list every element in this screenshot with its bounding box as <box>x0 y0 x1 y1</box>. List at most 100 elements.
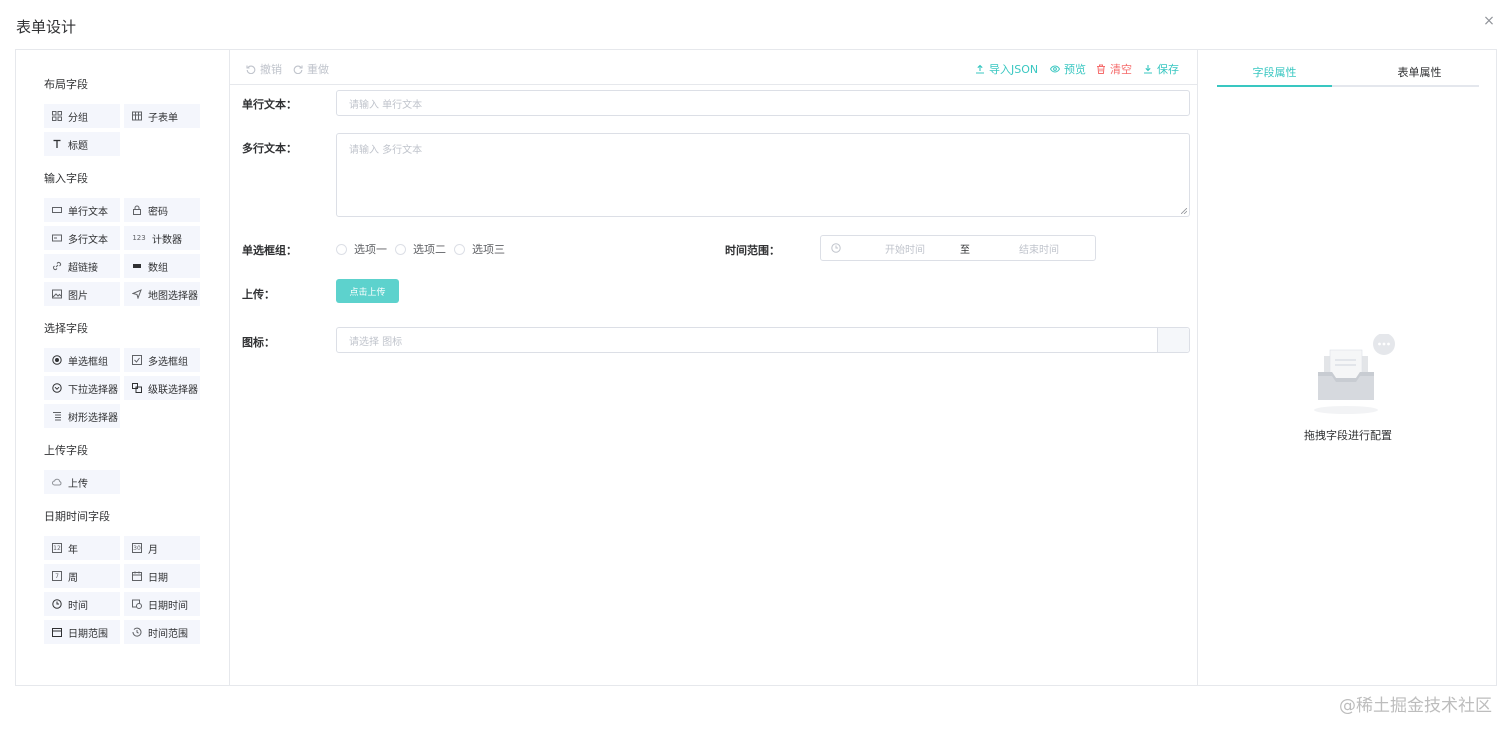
radio-circle-icon <box>336 243 347 255</box>
form-canvas: 撤销 重做 导入JSON 预览 清空 保存 单行文本： 请输入 单行文本 多行文… <box>230 50 1198 685</box>
upload-icon <box>976 64 984 74</box>
group-title-select: 选择字段 <box>44 322 88 335</box>
radio-option-2[interactable]: 选项二 <box>395 241 446 257</box>
radio-option-1[interactable]: 选项一 <box>336 241 387 257</box>
multi-line-textarea[interactable]: 请输入 多行文本 <box>336 133 1190 217</box>
eye-icon <box>1050 65 1060 73</box>
tab-form-properties[interactable]: 表单属性 <box>1362 62 1477 85</box>
component-label: 密码 <box>148 206 168 218</box>
radio-option-label: 选项三 <box>472 243 505 256</box>
component-item-subform[interactable]: 子表单 <box>124 104 200 128</box>
clock-icon <box>831 243 841 253</box>
watermark: @稀土掘金技术社区 <box>1339 696 1492 716</box>
clear-label: 清空 <box>1110 63 1132 76</box>
component-label: 年 <box>68 544 78 556</box>
clear-button[interactable]: 清空 <box>1096 61 1132 77</box>
save-button[interactable]: 保存 <box>1143 61 1179 77</box>
empty-mailbox-icon <box>1314 334 1395 414</box>
component-label: 下拉选择器 <box>68 384 118 396</box>
radio-option-label: 选项一 <box>354 243 387 256</box>
component-item-week[interactable]: 7 周 <box>44 564 120 588</box>
component-item-datetime[interactable]: 日期时间 <box>124 592 200 616</box>
properties-panel: 字段属性 表单属性 拖拽字段进行配置 <box>1198 50 1496 685</box>
designer-toolbar: 撤销 重做 导入JSON 预览 清空 保存 <box>230 50 1197 85</box>
component-item-radio[interactable]: 单选框组 <box>44 348 120 372</box>
component-item-cascader[interactable]: 级联选择器 <box>124 376 200 400</box>
component-label: 月 <box>148 544 158 556</box>
component-item-single-line[interactable]: 单行文本 <box>44 198 120 222</box>
tab-field-properties[interactable]: 字段属性 <box>1217 62 1332 87</box>
range-separator: 至 <box>960 244 970 256</box>
save-label: 保存 <box>1157 63 1179 76</box>
component-item-time[interactable]: 时间 <box>44 592 120 616</box>
single-line-placeholder: 请输入 单行文本 <box>349 99 423 111</box>
component-item-time-range[interactable]: 时间范围 <box>124 620 200 644</box>
component-label: 上传 <box>68 478 88 490</box>
component-label: 级联选择器 <box>148 384 198 396</box>
upload-button[interactable]: 点击上传 <box>336 279 399 303</box>
range-start-input[interactable]: 开始时间 <box>855 241 955 256</box>
import-json-label: 导入JSON <box>989 63 1039 76</box>
component-item-date-range[interactable]: 日期范围 <box>44 620 120 644</box>
component-label: 树形选择器 <box>68 412 118 424</box>
properties-tabs: 字段属性 表单属性 <box>1217 62 1479 87</box>
dialog-title: 表单设计 <box>16 18 77 36</box>
cascader-icon <box>132 383 142 393</box>
icon-field-label: 图标： <box>242 336 275 349</box>
component-item-year[interactable]: 12 年 <box>44 536 120 560</box>
select-icon <box>52 383 62 393</box>
component-item-password[interactable]: 密码 <box>124 198 200 222</box>
component-panel: 布局字段 分组 子表单 标题 输入字段 单行文本 密码 多行文本 123 计数器… <box>16 50 230 685</box>
radio-circle-icon <box>454 243 465 255</box>
component-item-image[interactable]: 图片 <box>44 282 120 306</box>
tree-icon <box>52 411 62 421</box>
component-item-tree[interactable]: 树形选择器 <box>44 404 120 428</box>
component-item-map[interactable]: 地图选择器 <box>124 282 200 306</box>
resize-handle-icon[interactable] <box>1181 208 1187 214</box>
component-item-date[interactable]: 日期 <box>124 564 200 588</box>
textarea-icon <box>52 233 62 243</box>
calendar-week-icon: 7 <box>52 571 62 581</box>
time-range-picker[interactable]: 开始时间 至 结束时间 <box>820 235 1096 261</box>
calendar-date-icon <box>132 571 142 581</box>
undo-button[interactable]: 撤销 <box>246 61 282 77</box>
upload-label: 上传： <box>242 288 275 301</box>
component-item-upload[interactable]: 上传 <box>44 470 120 494</box>
multi-line-placeholder: 请输入 多行文本 <box>349 145 423 156</box>
close-icon[interactable]: × <box>1482 14 1496 28</box>
icon-picker-button[interactable] <box>1157 328 1189 352</box>
component-item-link[interactable]: 超链接 <box>44 254 120 278</box>
component-item-array[interactable]: 数组 <box>124 254 200 278</box>
range-end-input[interactable]: 结束时间 <box>989 241 1089 256</box>
icon-select-input[interactable]: 请选择 图标 <box>336 327 1190 353</box>
table-icon <box>132 111 142 121</box>
radio-option-3[interactable]: 选项三 <box>454 241 505 257</box>
component-item-group[interactable]: 分组 <box>44 104 120 128</box>
empty-state-text: 拖拽字段进行配置 <box>1304 429 1392 442</box>
component-label: 分组 <box>68 112 88 124</box>
component-item-checkbox[interactable]: 多选框组 <box>124 348 200 372</box>
icon-select-placeholder: 请选择 图标 <box>349 336 403 348</box>
import-json-button[interactable]: 导入JSON <box>975 61 1038 77</box>
component-label: 单选框组 <box>68 356 108 368</box>
time-range-label: 时间范围： <box>725 244 780 257</box>
checkbox-icon <box>132 355 142 365</box>
component-label: 日期时间 <box>148 600 188 612</box>
component-item-counter[interactable]: 123 计数器 <box>124 226 200 250</box>
preview-button[interactable]: 预览 <box>1050 61 1086 77</box>
group-title-upload: 上传字段 <box>44 444 88 457</box>
component-label: 多选框组 <box>148 356 188 368</box>
location-icon <box>132 289 142 299</box>
component-label: 超链接 <box>68 262 98 274</box>
component-item-title[interactable]: 标题 <box>44 132 120 156</box>
component-label: 单行文本 <box>68 206 108 218</box>
component-item-select[interactable]: 下拉选择器 <box>44 376 120 400</box>
number-icon: 123 <box>132 234 146 242</box>
redo-label: 重做 <box>307 63 329 76</box>
array-icon <box>132 261 142 271</box>
component-item-multi-line[interactable]: 多行文本 <box>44 226 120 250</box>
redo-button[interactable]: 重做 <box>293 61 329 77</box>
component-item-month[interactable]: 30 月 <box>124 536 200 560</box>
group-title-datetime: 日期时间字段 <box>44 510 110 523</box>
single-line-input[interactable]: 请输入 单行文本 <box>336 90 1190 116</box>
